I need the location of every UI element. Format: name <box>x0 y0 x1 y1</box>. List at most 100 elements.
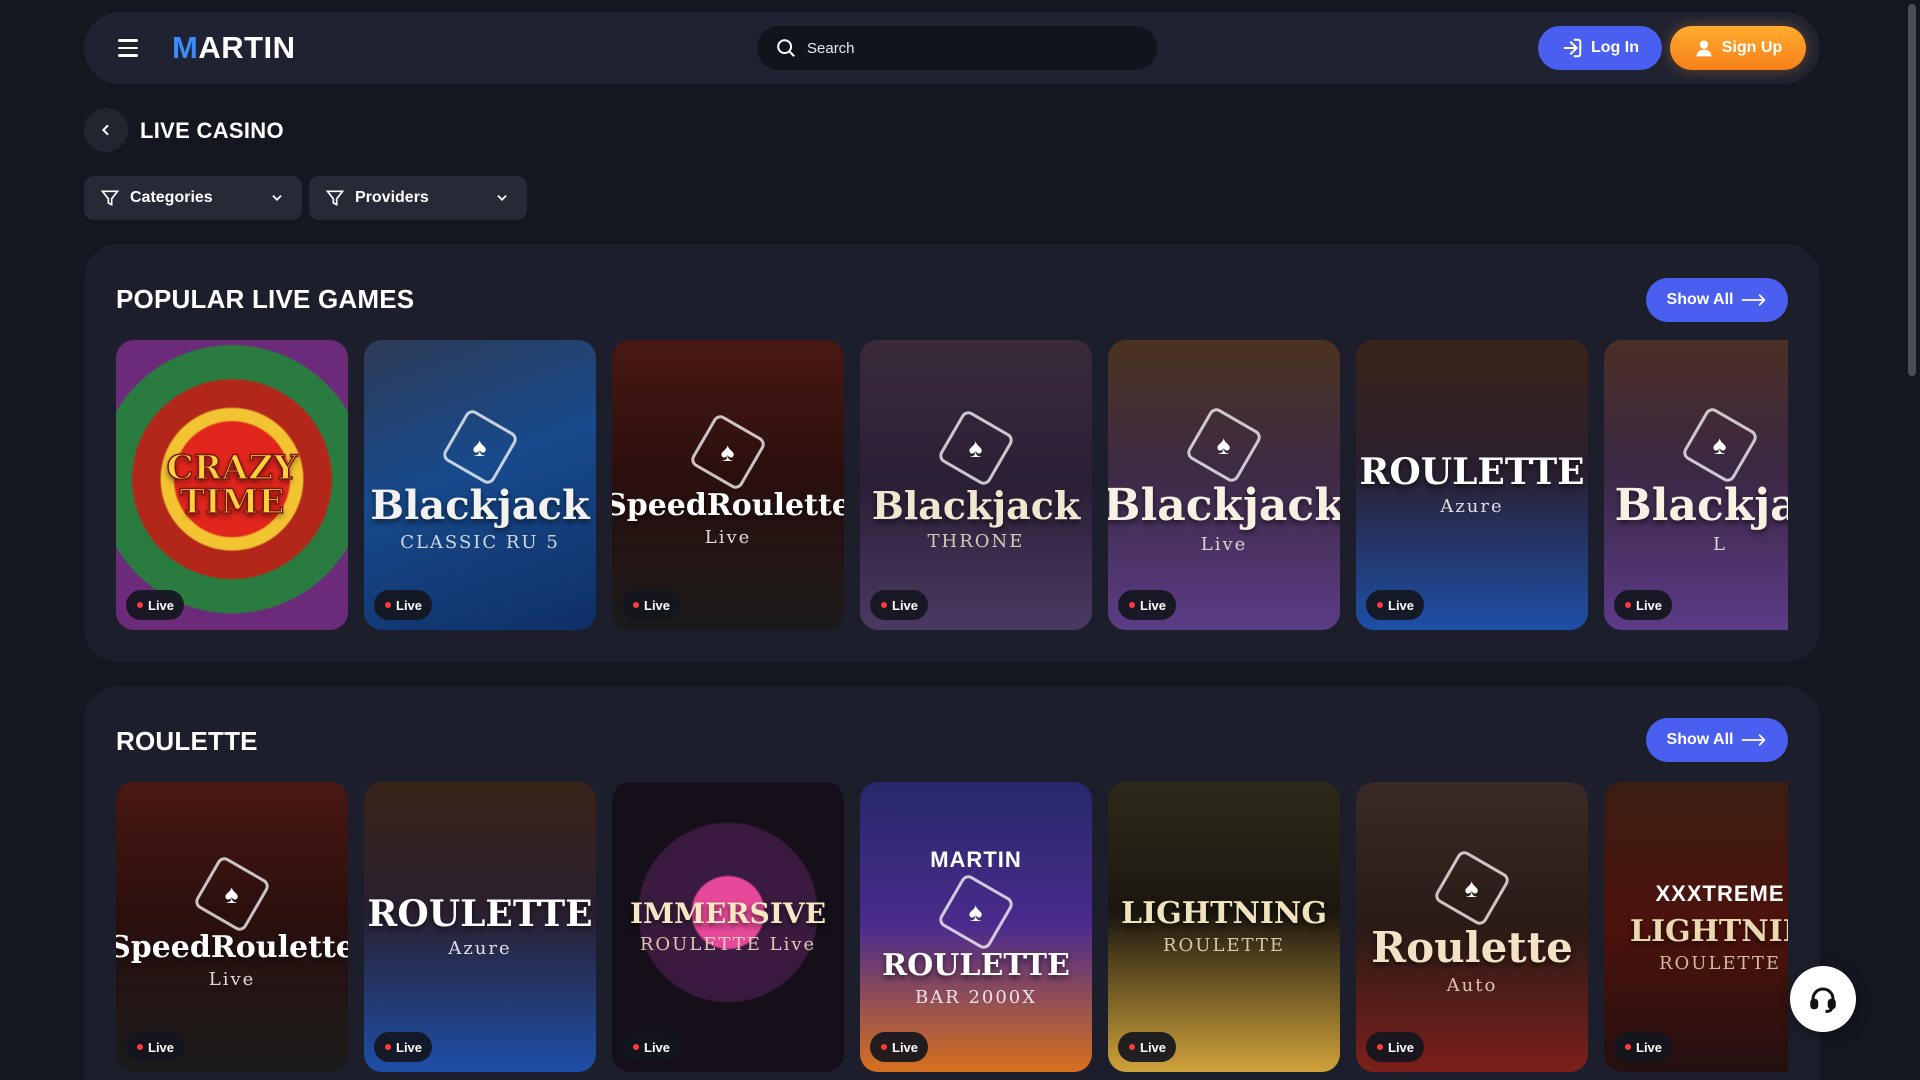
card-emblem-icon: ♠ <box>440 406 520 487</box>
login-button[interactable]: Log In <box>1538 26 1662 70</box>
game-title: ROULETTE <box>367 892 593 935</box>
login-label: Log In <box>1591 39 1639 56</box>
game-card[interactable]: CRAZY TIME Live <box>116 340 348 630</box>
live-badge: Live <box>126 590 185 620</box>
chevron-down-icon <box>272 195 282 201</box>
signup-button[interactable]: Sign Up <box>1670 26 1806 70</box>
card-brand: MARTIN <box>930 846 1022 872</box>
filter-icon <box>100 190 120 207</box>
logo[interactable]: M ARTIN <box>172 30 296 66</box>
live-dot-icon <box>385 602 391 608</box>
game-card[interactable]: LIGHTNING ROULETTE Live <box>1108 782 1340 1072</box>
menu-icon[interactable] <box>108 28 148 68</box>
section-title: ROULETTE <box>116 726 258 756</box>
show-all-label: Show All <box>1666 291 1734 308</box>
live-dot-icon <box>1129 602 1135 608</box>
live-badge: Live <box>622 590 681 620</box>
live-badge: Live <box>1614 590 1673 620</box>
game-card[interactable]: ♠ Blackjack THRONE Live <box>860 340 1092 630</box>
game-row: ♠ SpeedRoulette Live Live ROULETTE Azure Live I… <box>116 782 1788 1072</box>
live-label: Live <box>892 597 919 613</box>
live-dot-icon <box>1625 602 1631 608</box>
live-badge: Live <box>1614 1032 1673 1062</box>
live-dot-icon <box>1377 1044 1383 1050</box>
game-card[interactable]: ♠BlackjacL Live <box>1604 340 1788 630</box>
game-title: SpeedRoulette <box>116 929 348 965</box>
game-title: Blackjack <box>370 481 590 529</box>
game-subtitle: ROULETTE <box>1658 952 1782 974</box>
live-dot-icon <box>137 1044 143 1050</box>
top-header: MARTIN Log In Sign Up <box>84 12 1820 84</box>
game-card[interactable]: XXXTREME LIGHTNIN ROULETTE Live <box>1604 782 1788 1072</box>
live-badge: Live <box>1366 590 1425 620</box>
live-badge: Live <box>1366 1032 1425 1062</box>
game-card[interactable]: ♠ SpeedRoulette Live Live <box>116 782 348 1072</box>
live-label: Live <box>1388 1039 1415 1055</box>
live-dot-icon <box>633 1044 639 1050</box>
scrollbar-thumb[interactable] <box>1908 4 1916 376</box>
game-card[interactable]: ♠ Roulette Auto Live <box>1356 782 1588 1072</box>
categories-filter[interactable]: Categories <box>84 176 302 220</box>
providers-filter[interactable]: Providers <box>309 176 527 220</box>
game-card[interactable]: ♠ SpeedRoulette Live Live <box>612 340 844 630</box>
search-input[interactable] <box>807 39 1127 57</box>
live-label: Live <box>1388 597 1415 613</box>
live-dot-icon <box>881 602 887 608</box>
support-chat-button[interactable] <box>1790 966 1856 1032</box>
live-label: Live <box>396 1039 423 1055</box>
live-badge: Live <box>870 590 929 620</box>
game-subtitle: BAR 2000X <box>914 986 1038 1008</box>
show-all-button[interactable]: Show All <box>1646 718 1788 762</box>
live-badge: Live <box>374 590 433 620</box>
back-button[interactable] <box>84 108 128 152</box>
live-badge: Live <box>870 1032 929 1062</box>
live-label: Live <box>396 597 423 613</box>
game-subtitle: THRONE <box>927 530 1025 552</box>
game-title: IMMERSIVE <box>629 896 827 930</box>
live-label: Live <box>1140 597 1167 613</box>
roulette-section: ROULETTE Show All ♠ SpeedRoulette Live Live… <box>84 686 1820 1080</box>
game-card[interactable]: ROULETTE Azure Live <box>1356 340 1588 630</box>
chevron-left-icon <box>101 124 109 136</box>
search-bar[interactable] <box>757 26 1157 70</box>
show-all-button[interactable]: Show All <box>1646 278 1788 322</box>
game-subtitle: Live <box>704 526 752 548</box>
signup-label: Sign Up <box>1721 39 1783 56</box>
card-emblem-icon: ♠ <box>688 411 768 492</box>
game-subtitle: ROULETTE <box>1162 934 1286 956</box>
section-title: POPULAR LIVE GAMES <box>116 284 415 314</box>
live-badge: Live <box>1118 590 1177 620</box>
live-dot-icon <box>633 602 639 608</box>
user-icon <box>1696 40 1712 57</box>
game-row: CRAZY TIME Live ♠ Blackjack CLASSIC RU 5 Live… <box>116 340 1788 630</box>
game-subtitle: Azure <box>1440 495 1504 517</box>
live-dot-icon <box>385 1044 391 1050</box>
show-all-label: Show All <box>1666 731 1734 748</box>
card-emblem-icon: ♠ <box>936 871 1016 952</box>
chevron-down-icon <box>497 195 507 201</box>
page-title: LIVE CASINO <box>140 118 284 143</box>
game-card[interactable]: ♠ Blackjack CLASSIC RU 5 Live <box>364 340 596 630</box>
game-card[interactable]: ♠ Blackjack Live Live <box>1108 340 1340 630</box>
scrollbar[interactable] <box>1904 0 1920 1080</box>
live-label: Live <box>1636 1039 1663 1055</box>
game-subtitle: Azure <box>448 937 512 959</box>
game-card[interactable]: MARTIN ♠ ROULETTE BAR 2000X Live <box>860 782 1092 1072</box>
game-card[interactable]: IMMERSIVE ROULETTE Live Live <box>612 782 844 1072</box>
live-label: Live <box>1140 1039 1167 1055</box>
game-title: LIGHTNIN <box>1629 913 1788 949</box>
game-card[interactable]: ROULETTE Azure Live <box>364 782 596 1072</box>
live-badge: Live <box>374 1032 433 1062</box>
login-icon <box>1563 38 1582 58</box>
game-title: ROULETTE <box>1359 450 1585 493</box>
live-label: Live <box>148 597 175 613</box>
game-title: SpeedRoulette <box>612 487 844 523</box>
providers-label: Providers <box>355 189 429 206</box>
popular-live-games-section: POPULAR LIVE GAMES Show All CRAZY TIME Li… <box>84 244 1820 662</box>
live-badge: Live <box>1118 1032 1177 1062</box>
game-subtitle: CLASSIC RU 5 <box>400 531 560 553</box>
live-dot-icon <box>137 602 143 608</box>
live-badge: Live <box>126 1032 185 1062</box>
game-subtitle: ROULETTE Live <box>639 933 817 955</box>
game-title: Blackjack <box>1108 479 1340 531</box>
